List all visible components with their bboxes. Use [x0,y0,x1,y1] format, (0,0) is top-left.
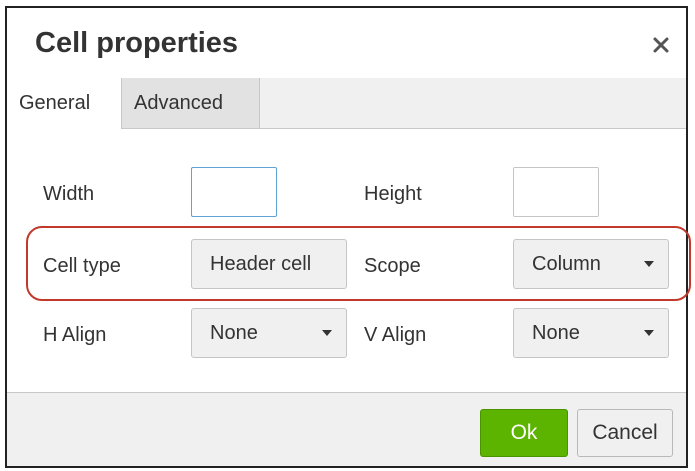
dialog-footer: Ok Cancel [7,392,686,466]
scope-value: Column [532,253,601,275]
v-align-label: V Align [364,324,427,346]
h-align-label: H Align [43,324,107,346]
cell-properties-dialog: Cell properties General Advanced Width H… [5,6,691,468]
tab-advanced[interactable]: Advanced [122,78,260,129]
h-align-value: None [210,322,258,344]
width-label: Width [43,183,95,205]
h-align-select[interactable]: None [191,308,347,358]
dialog-header: Cell properties [7,8,686,78]
dialog-title: Cell properties [35,27,239,59]
chevron-down-icon [322,330,332,336]
close-icon[interactable] [650,34,672,56]
cell-type-label: Cell type [43,255,121,277]
height-input[interactable] [513,167,599,217]
height-label: Height [364,183,422,205]
ok-button[interactable]: Ok [480,409,568,457]
v-align-select[interactable]: None [513,308,669,358]
width-input[interactable] [191,167,277,217]
scope-label: Scope [364,255,421,277]
scope-select[interactable]: Column [513,239,669,289]
v-align-value: None [532,322,580,344]
tab-bar: General Advanced [7,78,686,130]
cancel-button[interactable]: Cancel [577,409,673,457]
cell-type-value: Header cell [210,253,312,275]
chevron-down-icon [644,330,654,336]
tab-general[interactable]: General [7,78,122,130]
cell-type-select[interactable]: Header cell [191,239,347,289]
general-tab-panel: Width Height Cell type Header cell Scope… [7,129,691,392]
chevron-down-icon [644,261,654,267]
